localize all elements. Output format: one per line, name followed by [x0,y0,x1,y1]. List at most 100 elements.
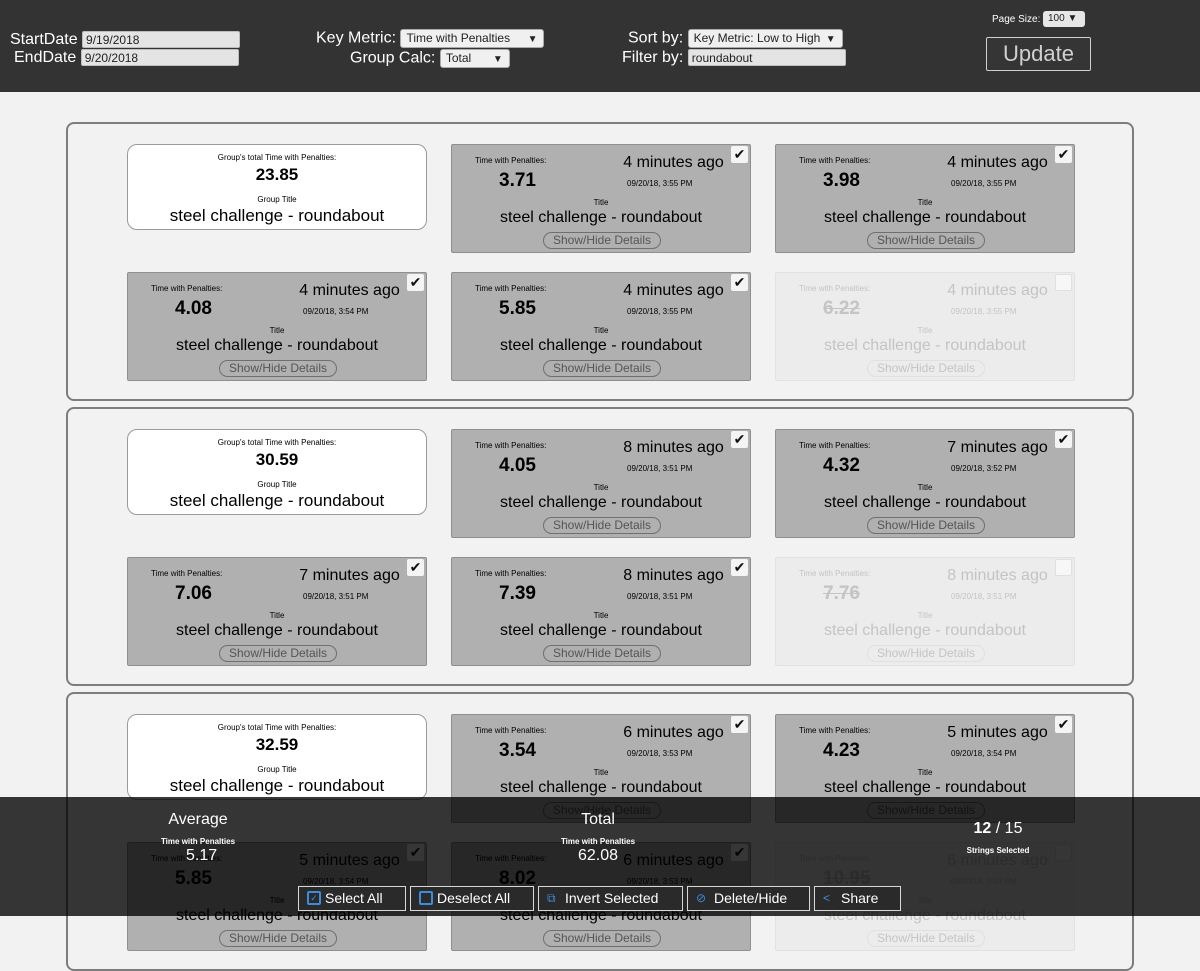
average-metric-label: Time with Penalties [160,837,236,846]
string-card[interactable]: Time with Penalties: 4.08 4 minutes ago … [127,272,427,381]
timestamp: 09/20/18, 3:51 PM [627,464,693,473]
relative-time: 4 minutes ago [299,282,400,299]
invert-selected-button[interactable]: ⧉ Invert Selected [538,886,683,911]
show-hide-details-button[interactable]: Show/Hide Details [543,645,661,662]
string-card[interactable]: Time with Penalties: 7.76 8 minutes ago … [775,557,1075,666]
total-value: 62.08 [577,847,619,864]
start-date-input[interactable]: 9/19/2018 [82,31,241,49]
show-hide-details-button[interactable]: Show/Hide Details [867,517,985,534]
string-card[interactable]: Time with Penalties: 4.32 7 minutes ago … [775,429,1075,538]
deselect-all-button[interactable]: Deselect All [410,886,534,911]
sort-value: Key Metric: Low to High [693,31,821,45]
checkbox-checked-icon[interactable]: ✔ [731,559,748,576]
filter-toolbar: StartDate 9/19/2018 EndDate 9/20/2018 Ke… [0,0,1200,92]
title-label: Title [917,198,933,207]
filter-field: Filter by: roundabout [622,49,846,67]
update-button[interactable]: Update [986,37,1091,71]
group-total-value: 23.85 [255,165,299,184]
checkbox-empty-icon[interactable] [1055,274,1072,291]
filter-input[interactable]: roundabout [687,49,846,67]
group-metric-label: Group's total Time with Penalties: [217,723,337,732]
string-card[interactable]: Time with Penalties: 5.85 4 minutes ago … [451,272,751,381]
show-hide-details-button[interactable]: Show/Hide Details [867,232,985,249]
string-card[interactable]: Time with Penalties: 7.06 7 minutes ago … [127,557,427,666]
card-title: steel challenge - roundabout [500,622,702,639]
checkbox-checked-icon[interactable]: ✔ [407,559,424,576]
string-card[interactable]: Time with Penalties: 6.22 4 minutes ago … [775,272,1075,381]
total-count: 15 [1004,820,1023,837]
title-label: Title [593,326,609,335]
timestamp: 09/20/18, 3:54 PM [951,749,1017,758]
checkbox-checked-icon[interactable]: ✔ [407,274,424,291]
metric-label: Time with Penalties: [475,569,547,578]
checkbox-checked-icon[interactable]: ✔ [731,716,748,733]
string-card[interactable]: Time with Penalties: 7.39 8 minutes ago … [451,557,751,666]
end-date-label: EndDate [14,49,77,66]
selection-actions: ✓ Select All Deselect All ⧉ Invert Selecte… [0,886,1200,912]
show-hide-details-button[interactable]: Show/Hide Details [543,930,661,947]
show-hide-details-button[interactable]: Show/Hide Details [543,360,661,377]
show-hide-details-button[interactable]: Show/Hide Details [219,930,337,947]
metric-value: 7.06 [175,583,212,604]
group-summary-card: Group's total Time with Penalties: 30.59… [127,429,427,515]
result-group: Group's total Time with Penalties: 23.85… [66,122,1134,401]
share-label: Share [841,890,879,906]
show-hide-details-button[interactable]: Show/Hide Details [219,645,337,662]
metric-value: 4.08 [175,298,212,319]
metric-label: Time with Penalties: [799,726,871,735]
checkbox-checked-icon[interactable]: ✔ [731,146,748,163]
selection-count: 12 / 15 [948,820,1048,838]
checkbox-checked-icon[interactable]: ✔ [731,274,748,291]
relative-time: 8 minutes ago [623,439,724,456]
selected-count: 12 [973,820,992,837]
show-hide-details-button[interactable]: Show/Hide Details [867,360,985,377]
select-all-button[interactable]: ✓ Select All [298,886,406,911]
show-hide-details-button[interactable]: Show/Hide Details [867,930,985,947]
title-label: Title [593,768,609,777]
relative-time: 4 minutes ago [947,154,1048,171]
invert-selected-label: Invert Selected [565,890,659,906]
title-label: Title [269,326,285,335]
checkbox-checked-icon[interactable]: ✔ [1055,716,1072,733]
string-card[interactable]: Time with Penalties: 4.05 8 minutes ago … [451,429,751,538]
group-title-label: Group Title [257,765,297,774]
show-hide-details-button[interactable]: Show/Hide Details [219,360,337,377]
string-card[interactable]: Time with Penalties: 3.71 4 minutes ago … [451,144,751,253]
total-label: Total [581,811,615,828]
metric-value: 3.98 [823,170,860,191]
sort-label: Sort by: [628,29,684,47]
string-card[interactable]: Time with Penalties: 3.98 4 minutes ago … [775,144,1075,253]
end-date-input[interactable]: 9/20/2018 [80,49,239,67]
checkbox-checked-icon[interactable]: ✔ [1055,146,1072,163]
group-total-value: 32.59 [255,735,299,754]
key-metric-select[interactable]: Time with Penalties ▼ [400,29,545,48]
total-block: Total Time with Penalties 62.08 [548,811,648,865]
copy-icon: ⧉ [547,891,556,905]
checkbox-checked-icon[interactable]: ✔ [1055,431,1072,448]
card-title: steel challenge - roundabout [500,209,702,226]
show-hide-details-button[interactable]: Show/Hide Details [543,517,661,534]
timestamp: 09/20/18, 3:54 PM [303,307,369,316]
metric-value: 6.22 [823,298,860,319]
end-date-field: EndDate 9/20/2018 [14,49,239,67]
metric-label: Time with Penalties: [475,156,547,165]
timestamp: 09/20/18, 3:53 PM [627,749,693,758]
metric-label: Time with Penalties: [475,441,547,450]
checkbox-checked-icon[interactable]: ✔ [731,431,748,448]
show-hide-details-button[interactable]: Show/Hide Details [543,232,661,249]
title-label: Title [917,483,933,492]
page-size-select[interactable]: 100 ▼ [1043,11,1085,27]
card-title: steel challenge - roundabout [824,337,1026,354]
title-label: Title [269,611,285,620]
metric-value: 4.05 [499,455,536,476]
share-button[interactable]: < Share [814,886,901,911]
delete-hide-button[interactable]: ⊘ Delete/Hide [687,886,810,911]
deselect-all-label: Deselect All [437,890,511,906]
group-summary-card: Group's total Time with Penalties: 23.85… [127,144,427,230]
show-hide-details-button[interactable]: Show/Hide Details [867,645,985,662]
checkbox-empty-icon[interactable] [1055,559,1072,576]
select-all-label: Select All [325,890,383,906]
metric-label: Time with Penalties: [799,284,871,293]
sort-select[interactable]: Key Metric: Low to High ▼ [687,29,843,48]
group-calc-select[interactable]: Total ▼ [439,49,510,68]
